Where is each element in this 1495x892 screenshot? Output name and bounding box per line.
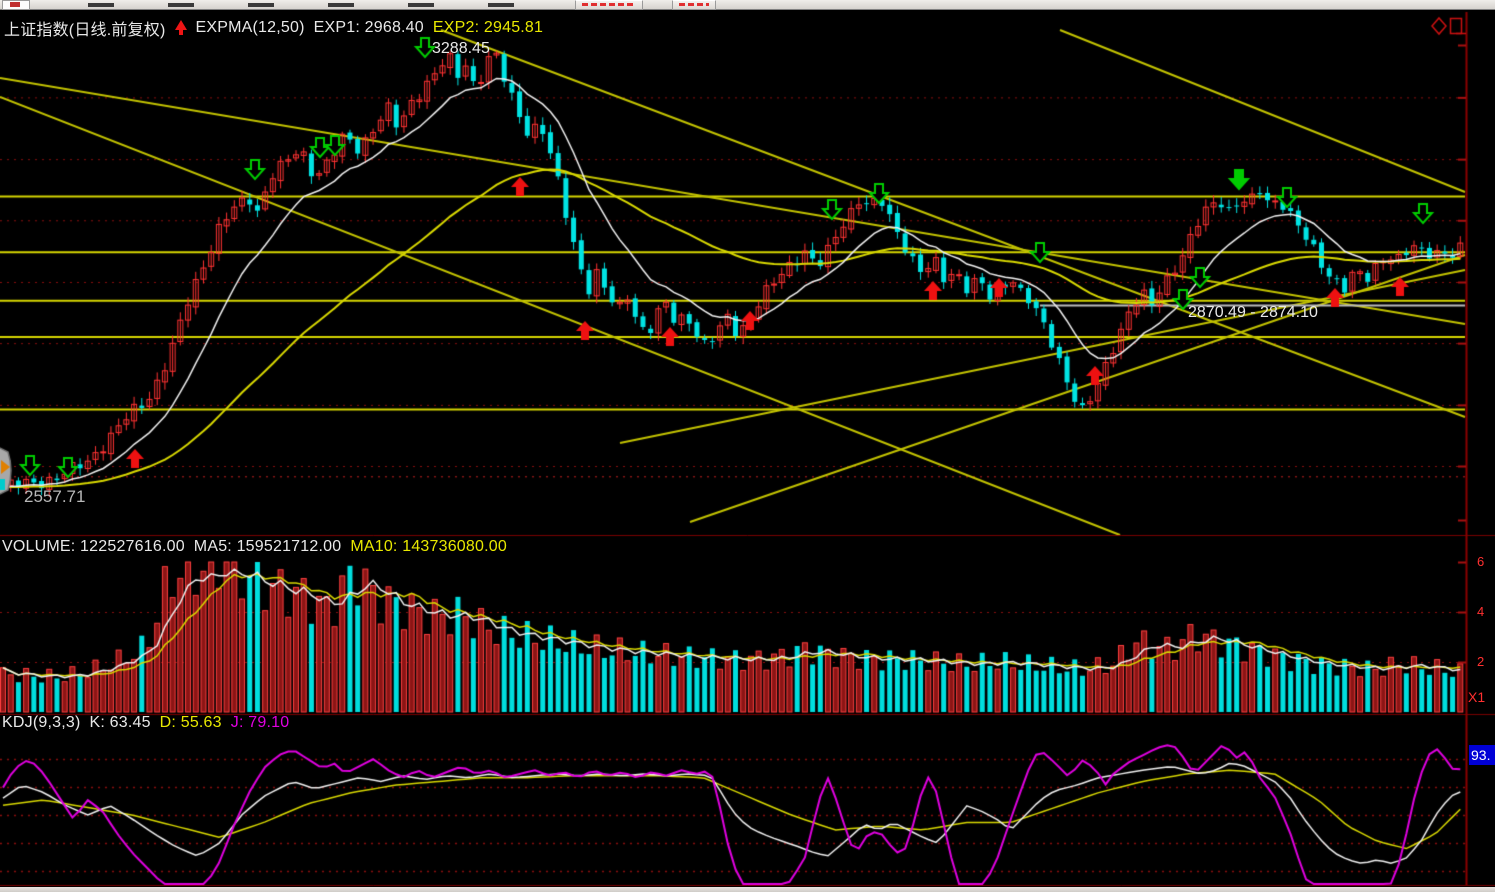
volume-header: VOLUME: 122527616.00 MA5: 159521712.00 M… (2, 538, 507, 556)
peak-price-label: 3288.45 (432, 40, 490, 58)
volume-axis-label-2: 2 (1477, 654, 1484, 669)
menu-bar[interactable] (0, 0, 1495, 10)
red-button-text-cropped (679, 3, 709, 6)
main-chart-header: 上证指数(日线.前复权) EXPMA(12,50) EXP1: 2968.40 … (4, 16, 543, 40)
low-price-label: 2557.71 (24, 487, 85, 507)
volume-value: VOLUME: 122527616.00 (2, 538, 185, 556)
kdj-indicator-name[interactable]: KDJ(9,3,3) (2, 714, 80, 732)
menubar-red-button-2[interactable] (672, 0, 716, 10)
menubar-red-button-1[interactable] (575, 0, 643, 10)
kdj-j-value: J: 79.10 (231, 714, 290, 732)
kdj-k-value: K: 63.45 (89, 714, 150, 732)
kdj-d-value: D: 55.63 (160, 714, 222, 732)
kdj-header: KDJ(9,3,3) K: 63.45 D: 55.63 J: 79.10 (2, 714, 289, 732)
red-button-text-cropped (582, 3, 636, 6)
chart-canvas[interactable] (0, 0, 1495, 892)
volume-ma10-value: MA10: 143736080.00 (350, 538, 507, 556)
indicator-name[interactable]: EXPMA(12,50) (196, 19, 305, 37)
app-icon (2, 0, 30, 10)
volume-axis-label-4: 4 (1477, 604, 1484, 619)
panel-corner-label: X1 (1468, 689, 1485, 705)
menu-items-cropped[interactable] (88, 3, 558, 7)
bottom-window-strip (0, 887, 1495, 892)
range-price-label: 2870.49 - 2874.10 (1188, 304, 1318, 322)
exp2-value: EXP2: 2945.81 (433, 19, 543, 37)
kdj-right-axis-badge: 93. (1469, 745, 1495, 765)
exp1-value: EXP1: 2968.40 (314, 19, 424, 37)
symbol-title: 上证指数(日线.前复权) (4, 16, 166, 40)
volume-axis-label-6: 6 (1477, 554, 1484, 569)
up-arrow-icon (175, 20, 187, 30)
stock-app-window: 上证指数(日线.前复权) EXPMA(12,50) EXP1: 2968.40 … (0, 0, 1495, 892)
volume-ma5-value: MA5: 159521712.00 (194, 538, 342, 556)
